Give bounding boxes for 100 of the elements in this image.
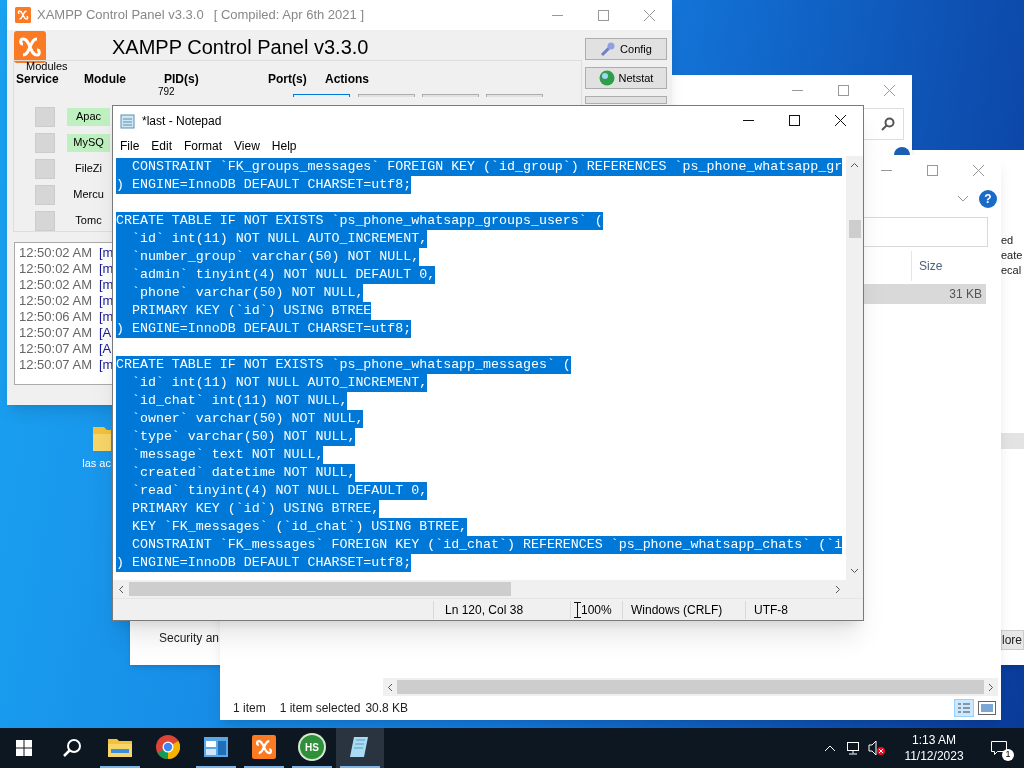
- more-button[interactable]: lore: [1001, 630, 1024, 650]
- chevron-up-icon[interactable]: [824, 744, 836, 752]
- scrollbar-thumb[interactable]: [848, 219, 861, 238]
- scroll-up-icon[interactable]: [850, 161, 859, 168]
- clock-date[interactable]: 11/12/2023: [904, 748, 964, 764]
- column-header: PID(s): [163, 72, 200, 86]
- muted-speaker-icon[interactable]: [868, 740, 886, 756]
- log-time: 12:50:07 AM: [19, 341, 92, 357]
- search-field[interactable]: [864, 217, 988, 247]
- text-cursor-icon: [574, 601, 581, 618]
- service-checkbox[interactable]: [35, 132, 55, 153]
- description-text: ecal: [1001, 263, 1023, 278]
- windows-logo-icon: [16, 740, 32, 756]
- log-source: [A: [99, 325, 112, 341]
- message-icon: [991, 740, 1007, 756]
- selection-size-text: 30.8 KB: [365, 700, 409, 717]
- chevron-down-icon[interactable]: [957, 195, 969, 203]
- minimize-icon: [880, 169, 892, 171]
- xampp-logo-icon: [15, 7, 31, 23]
- module-name: FileZi: [74, 161, 103, 177]
- log-source: [m: [99, 261, 114, 277]
- scrollbar-thumb[interactable]: [397, 680, 984, 694]
- column-header[interactable]: Size: [911, 251, 988, 281]
- folder-icon[interactable]: [93, 425, 111, 451]
- window-title: *last - Notepad: [142, 112, 222, 130]
- search-icon: [62, 738, 82, 758]
- help-icon[interactable]: ?: [979, 190, 997, 208]
- log-source: [m: [99, 293, 114, 309]
- module-name: Mercu: [72, 187, 105, 203]
- network-icon[interactable]: [846, 740, 862, 756]
- log-time: 12:50:07 AM: [19, 357, 92, 373]
- xampp-logo-icon: [252, 735, 276, 759]
- scrollbar-thumb[interactable]: [129, 582, 511, 597]
- chrome-icon: [156, 735, 180, 759]
- log-source: [m: [99, 277, 114, 293]
- scroll-left-icon[interactable]: [387, 682, 393, 692]
- action-button[interactable]: [358, 94, 415, 97]
- window-subtitle: [ Compiled: Apr 6th 2021 ]: [213, 6, 364, 25]
- menu-item[interactable]: Format: [178, 136, 229, 155]
- column-header: Actions: [325, 72, 370, 86]
- service-checkbox[interactable]: [35, 210, 55, 231]
- close-icon: [834, 115, 846, 127]
- action-button[interactable]: [486, 94, 543, 97]
- taskbar-app[interactable]: HS: [288, 728, 336, 768]
- scroll-down-icon[interactable]: [850, 568, 859, 575]
- close-icon: [972, 164, 984, 176]
- window-title: XAMPP Control Panel v3.3.0: [37, 6, 204, 25]
- search-icon: [881, 117, 895, 131]
- menu-item[interactable]: File: [114, 136, 146, 155]
- description-text: eate: [1001, 248, 1024, 263]
- file-row[interactable]: 31 KB: [861, 284, 986, 304]
- service-checkbox[interactable]: [35, 184, 55, 205]
- zoom-level: 100%: [581, 601, 612, 619]
- menu-item[interactable]: Help: [265, 136, 303, 155]
- notepad-icon: [120, 112, 136, 129]
- column-header: Service: [15, 72, 60, 86]
- service-checkbox[interactable]: [35, 106, 55, 127]
- action-button[interactable]: [422, 94, 479, 97]
- minimize-icon: [791, 89, 803, 91]
- selection-text: 1 item selected: [279, 700, 361, 717]
- module-name: MySQ: [67, 133, 110, 152]
- close-icon: [643, 9, 655, 21]
- log-time: 12:50:02 AM: [19, 245, 92, 261]
- menu-item[interactable]: View: [228, 136, 266, 155]
- maximize-icon: [926, 164, 938, 176]
- log-source: [m: [99, 357, 114, 373]
- group-label: Modules: [26, 60, 69, 72]
- scroll-right-icon[interactable]: [835, 584, 841, 594]
- column-header: Module: [83, 72, 127, 86]
- settings-link-text[interactable]: Security an: [159, 629, 220, 647]
- window-icon: [204, 737, 228, 757]
- panel-heading: XAMPP Control Panel v3.3.0: [112, 35, 369, 60]
- service-checkbox[interactable]: [35, 158, 55, 179]
- taskbar-app[interactable]: [336, 728, 384, 768]
- vertical-scrollbar[interactable]: [846, 155, 863, 581]
- large-icons-view-icon[interactable]: [978, 701, 996, 715]
- minimize-icon: [742, 120, 754, 122]
- clock-time[interactable]: 1:13 AM: [912, 732, 956, 748]
- config-button[interactable]: Config: [585, 38, 667, 60]
- scroll-right-icon[interactable]: [988, 682, 994, 692]
- log-time: 12:50:02 AM: [19, 277, 92, 293]
- menu-item[interactable]: Edit: [145, 136, 179, 155]
- column-header: Port(s): [268, 72, 308, 86]
- details-view-icon[interactable]: [954, 699, 974, 717]
- notification-count: 1: [1002, 749, 1014, 761]
- scroll-left-icon[interactable]: [118, 584, 124, 594]
- module-name: Apac: [67, 107, 110, 126]
- section-bar: [1001, 433, 1024, 449]
- folder-icon: [108, 737, 132, 757]
- log-time: 12:50:02 AM: [19, 261, 92, 277]
- wrench-icon: [600, 41, 617, 57]
- cursor-position: Ln 120, Col 38: [433, 600, 570, 619]
- action-button[interactable]: [293, 94, 350, 97]
- module-name: Tomc: [74, 213, 103, 229]
- description-text: ed: [1001, 233, 1015, 248]
- pid-text: 792: [158, 86, 176, 97]
- globe-icon: [598, 70, 615, 86]
- netstat-button[interactable]: Netstat: [585, 67, 667, 89]
- toolbar-button[interactable]: [585, 96, 667, 104]
- horizontal-scrollbar[interactable]: [383, 678, 998, 696]
